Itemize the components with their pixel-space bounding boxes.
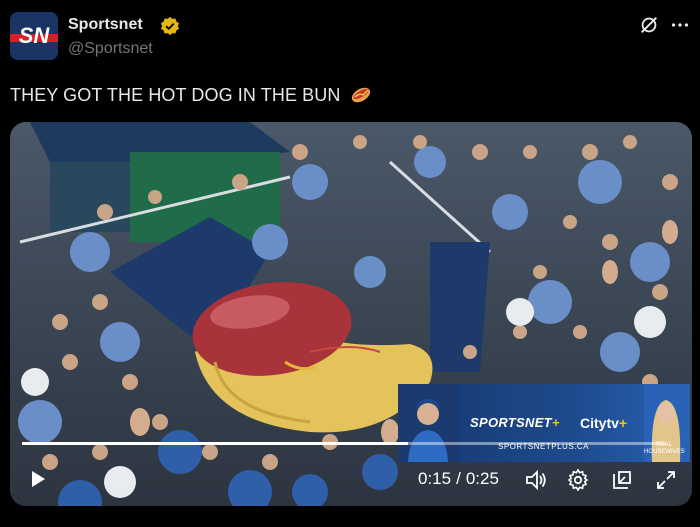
play-icon[interactable] [28,469,48,489]
grok-icon[interactable] [638,14,660,36]
more-options-icon[interactable] [669,14,691,36]
verified-badge-icon [161,16,179,36]
banner-show-line-2: HOUSEWIVES [644,449,685,455]
player-photo-icon [398,384,458,462]
picture-in-picture-icon[interactable] [610,468,634,492]
sportsnet-plus-logo: SPORTSNET+ [470,415,560,430]
duration: 0:25 [465,469,499,488]
svg-text:SN: SN [19,23,51,48]
time-separator: / [456,469,461,488]
author-name[interactable]: Sportsnet [68,16,143,34]
sponsor-banner: SPORTSNET+ Citytv+ SPORTSNETPLUS.CA REAL… [398,384,690,462]
citytv-plus-logo: Citytv+ [580,415,627,431]
fullscreen-icon[interactable] [654,468,678,492]
avatar[interactable]: SN [10,12,58,60]
video-progress-fill [22,442,409,445]
current-time: 0:15 [418,469,452,488]
citytv-plus-sign: + [618,415,628,431]
tweet-body: THEY GOT THE HOT DOG IN THE BUN [10,85,341,105]
video-player[interactable]: SPORTSNET+ Citytv+ SPORTSNETPLUS.CA REAL… [10,122,692,506]
author-handle[interactable]: @Sportsnet [68,40,153,58]
sportsnet-wordmark: SPORTSNET [470,415,552,430]
tweet-text: THEY GOT THE HOT DOG IN THE BUN [10,84,372,106]
settings-gear-icon[interactable] [566,468,590,492]
citytv-wordmark: Citytv [580,415,619,431]
volume-icon[interactable] [524,468,548,492]
sportsnet-plus-sign: + [551,415,560,430]
video-progress-bar[interactable] [22,442,666,445]
video-time: 0:15 / 0:25 [418,469,499,489]
sportsnet-logo-icon: SN [10,12,58,60]
hot-dog-icon [351,87,370,103]
